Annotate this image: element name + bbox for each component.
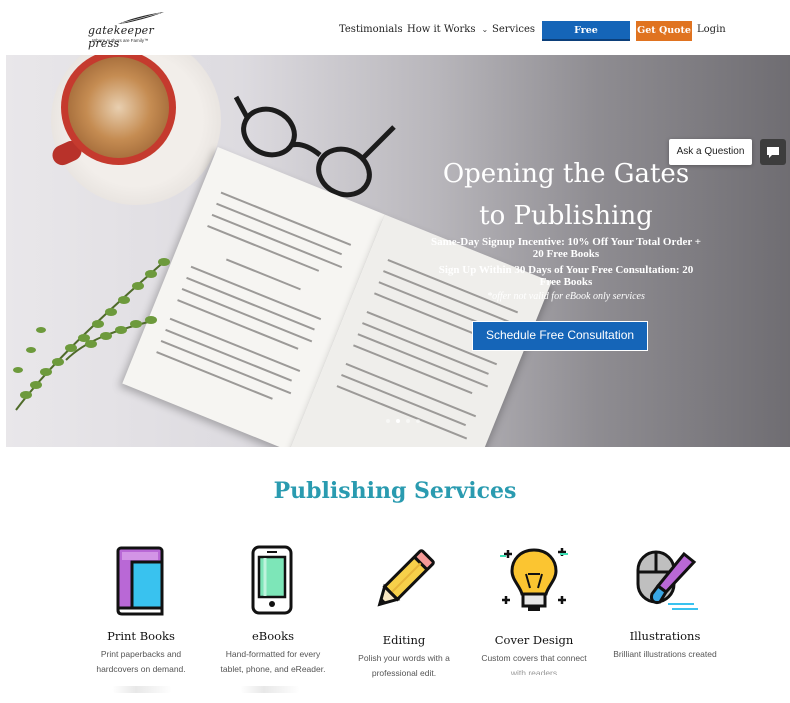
service-desc-line: with readers (510, 668, 558, 675)
schedule-consultation-button[interactable]: Schedule Free Consultation (472, 321, 648, 351)
nav-label: How it Works (407, 24, 476, 35)
service-desc-line: tablet, phone, and eReader. (220, 664, 326, 674)
speech-bubble-icon (767, 147, 779, 158)
service-desc-ebooks: Hand-formatted for every tablet, phone, … (203, 647, 343, 677)
hero-incentive-line: 20 Free Books (532, 248, 600, 260)
hero-signup-offer: Sign Up Within 30 Days of Your Free Cons… (416, 264, 716, 288)
pencil-icon (377, 549, 435, 607)
service-desc-print-books: Print paperbacks and hardcovers on deman… (71, 647, 211, 677)
get-quote-button[interactable]: Get Quote (636, 21, 692, 41)
slider-dots (386, 419, 426, 425)
logo-wordmark: gatekeeper press (88, 24, 155, 50)
service-desc-line: Print paperbacks and (100, 649, 182, 659)
hero-signup-line: Free Books (539, 276, 593, 288)
hero-signup-line: Sign Up Within 30 Days of Your Free Cons… (438, 264, 694, 276)
latte-image (68, 57, 169, 158)
login-link: Login (697, 24, 726, 35)
free-consultation-button[interactable]: Free Consultation (542, 21, 630, 56)
service-desc-line: Polish your words with a (358, 653, 450, 663)
hero-title: Opening the Gates to Publishing (396, 153, 736, 237)
service-desc-line: Hand-formatted for every (225, 649, 321, 659)
plant-sprig-image (13, 258, 170, 411)
service-title-cover-design: Cover Design (494, 633, 574, 647)
nav-label: Services (492, 24, 536, 35)
service-desc-line: professional edit. (371, 668, 437, 678)
ask-question-button[interactable]: Ask a Question (669, 139, 752, 165)
hero-slider: Opening the Gates to Publishing Same-Day… (6, 55, 790, 447)
logo-tagline: Where Authors are Family™ (92, 38, 149, 43)
chat-icon[interactable] (760, 139, 786, 165)
paint-mouse-icon (636, 550, 698, 610)
service-title-print-books: Print Books (107, 629, 175, 643)
slider-dot-active[interactable] (396, 419, 400, 423)
hero-title-line: to Publishing (479, 201, 653, 231)
hero-incentive: Same-Day Signup Incentive: 10% Off Your … (416, 236, 716, 260)
services-title: Publishing Services (273, 478, 517, 504)
service-title-illustrations: Illustrations (629, 629, 701, 643)
slider-dot[interactable] (416, 419, 420, 423)
service-desc-line: Custom covers that connect (481, 653, 587, 663)
fade-placeholder (240, 686, 300, 693)
phone-icon (251, 545, 293, 615)
service-title-ebooks: eBooks (252, 629, 294, 643)
site-logo[interactable]: gatekeeper press Where Authors are Famil… (86, 10, 166, 50)
nav-item-how-it-works[interactable]: How it Works ⌄ (407, 24, 488, 35)
nav-label: Testimonials (339, 24, 403, 35)
book-icon (116, 546, 164, 616)
slider-dot[interactable] (386, 419, 390, 423)
nav-item-testimonials[interactable]: Testimonials (339, 24, 403, 35)
chevron-down-icon: ⌄ (481, 25, 489, 34)
site-header: gatekeeper press Where Authors are Famil… (0, 0, 790, 56)
service-desc-illustrations: Brilliant illustrations created (595, 647, 735, 662)
service-desc-line: hardcovers on demand. (96, 664, 186, 674)
slider-dot[interactable] (406, 419, 410, 423)
service-desc-editing: Polish your words with a professional ed… (334, 651, 474, 681)
lightbulb-icon (500, 548, 568, 611)
nav-item-services[interactable]: Services ⌄ (492, 24, 548, 35)
fade-placeholder (112, 686, 172, 693)
service-desc-line: Brilliant illustrations created (613, 649, 717, 659)
service-desc-cover-design: Custom covers that connect with readers (464, 651, 604, 675)
hero-incentive-line: Same-Day Signup Incentive: 10% Off Your … (430, 236, 702, 248)
nav-item-login[interactable]: Login (697, 24, 726, 35)
service-title-editing: Editing (382, 633, 426, 647)
hero-disclaimer: *offer not valid for eBook only services (487, 291, 645, 302)
